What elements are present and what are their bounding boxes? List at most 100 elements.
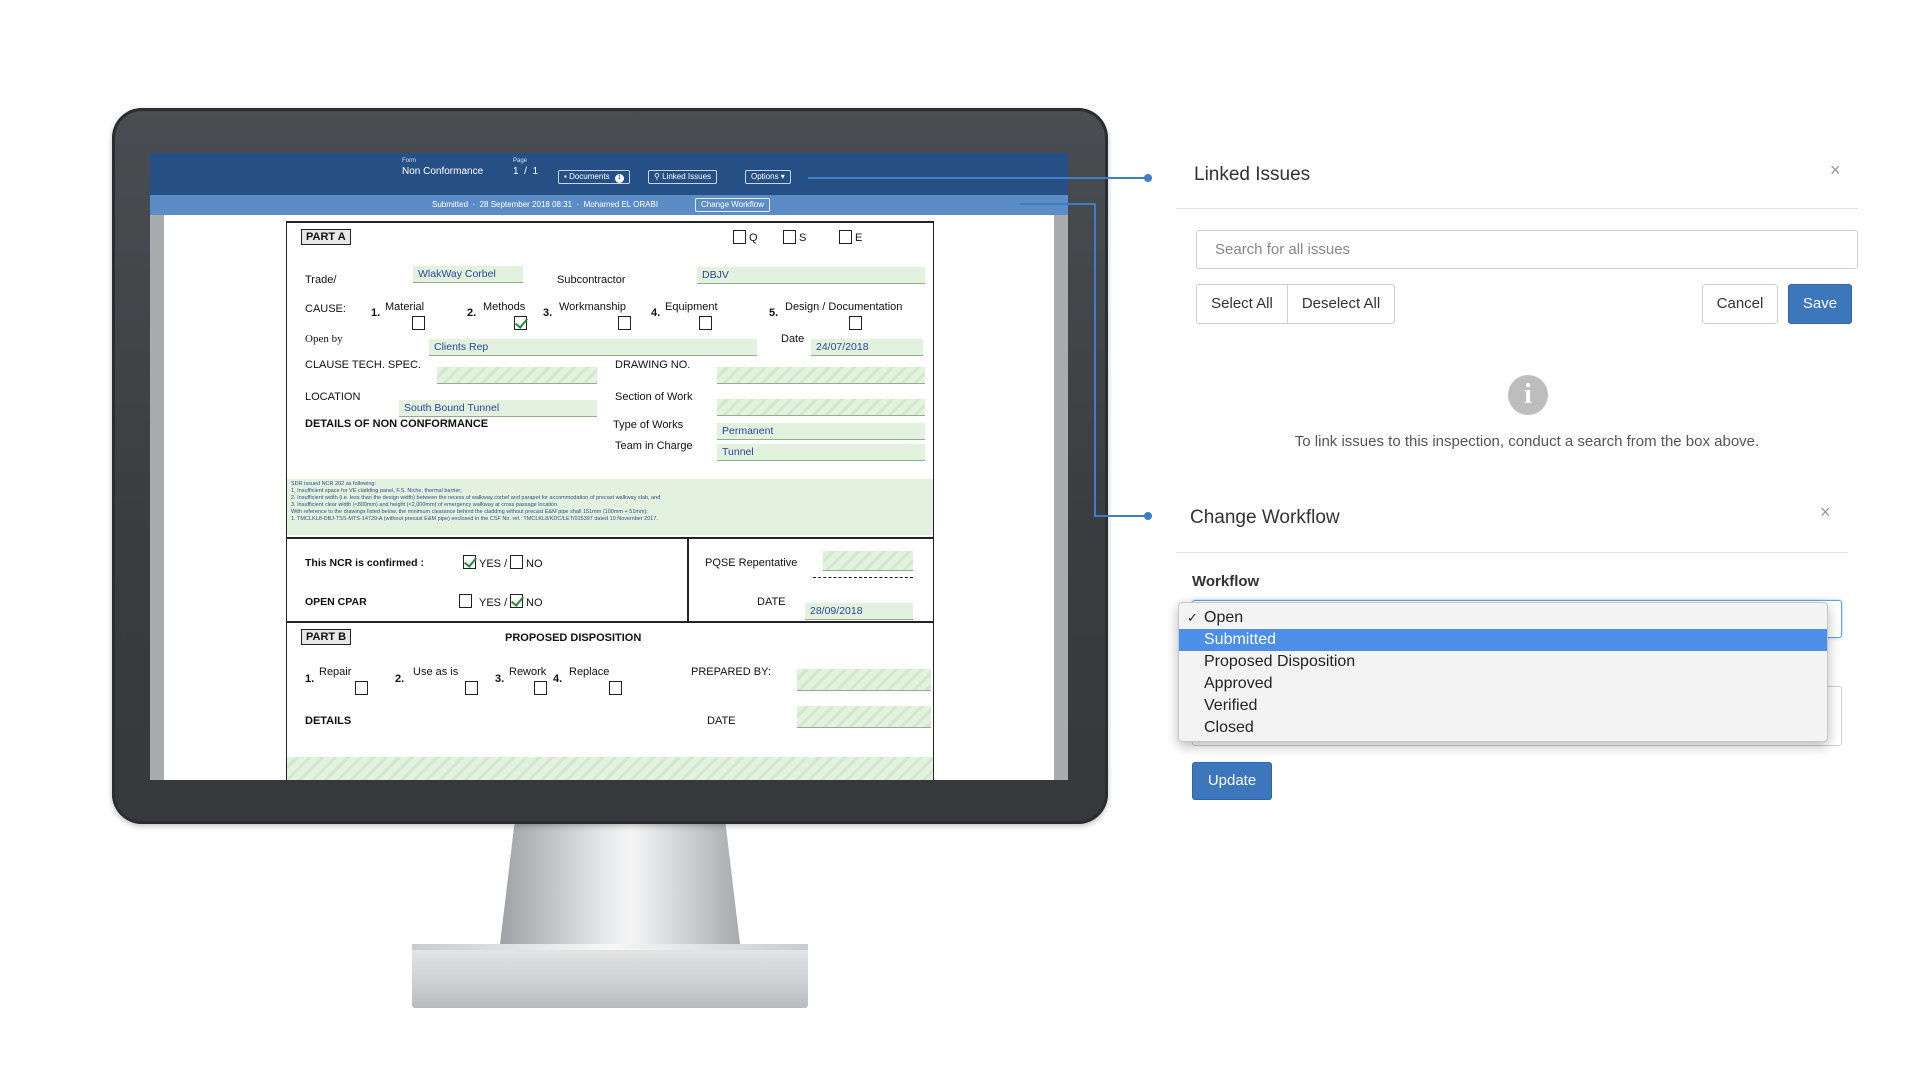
monitor-screen: Form Non Conformance Page 1 / 1 ▪ Docume… <box>150 153 1068 780</box>
section-of-work-field[interactable] <box>717 399 925 416</box>
cause-design-checkbox[interactable] <box>849 316 862 330</box>
subcontractor-field[interactable]: DBJV <box>697 267 925 284</box>
save-button[interactable]: Save <box>1788 284 1852 324</box>
select-all-button[interactable]: Select All <box>1196 284 1288 324</box>
trade-label: Trade/ <box>305 274 337 286</box>
part-b-label: PART B <box>301 629 352 645</box>
checkmark-icon: ✓ <box>1187 610 1198 625</box>
cause-4-label: Equipment <box>665 301 718 313</box>
deselect-all-button[interactable]: Deselect All <box>1287 284 1395 324</box>
ncr-confirmed-yes-checkbox[interactable] <box>463 555 476 569</box>
location-label: LOCATION <box>305 391 361 403</box>
cancel-button[interactable]: Cancel <box>1702 284 1778 324</box>
disposition-details-field[interactable] <box>287 757 933 780</box>
e-checkbox[interactable] <box>839 230 852 244</box>
team-in-charge-field[interactable]: Tunnel <box>717 444 925 461</box>
disposition-repair-checkbox[interactable] <box>355 681 368 695</box>
workflow-label: Workflow <box>1192 573 1260 590</box>
linked-issues-button[interactable]: ⚲ Linked Issues <box>648 170 718 184</box>
documents-label: Documents <box>569 172 610 181</box>
cause-5-number: 5. <box>769 307 779 319</box>
cause-equipment-checkbox[interactable] <box>699 316 712 330</box>
disposition-rework-checkbox[interactable] <box>534 681 547 695</box>
details-non-conformance-label: DETAILS OF NON CONFORMANCE <box>305 418 489 430</box>
clause-tech-spec-field[interactable] <box>437 367 597 384</box>
change-workflow-close-icon[interactable]: × <box>1820 502 1831 523</box>
page-number: 1 / 1 <box>513 166 539 177</box>
part-a-label: PART A <box>301 229 351 245</box>
panel-divider <box>1176 552 1848 553</box>
page-label: Page <box>513 158 528 164</box>
cause-2-number: 2. <box>467 307 477 319</box>
linked-issues-connector <box>808 177 1148 179</box>
workflow-connector-bottom <box>1094 515 1148 517</box>
trade-field[interactable]: WlakWay Corbel <box>413 266 523 283</box>
date-label: Date <box>781 333 805 345</box>
non-conformance-description[interactable]: SDR issued NCR 202 as following: 1. Insu… <box>287 479 933 535</box>
empty-state-message: To link issues to this inspection, condu… <box>1294 433 1760 450</box>
description-line: 2. Insufficient width (i.e. less than th… <box>291 495 661 501</box>
type-of-works-field[interactable]: Permanent <box>717 423 925 440</box>
q-checkbox[interactable] <box>733 230 746 244</box>
disposition-date-field[interactable] <box>797 706 931 728</box>
workflow-option-open[interactable]: ✓ Open <box>1179 607 1827 629</box>
ncr-yes-label: YES / <box>479 558 508 570</box>
date-field[interactable]: 24/07/2018 <box>811 339 923 356</box>
ncr-no-label: NO <box>526 558 543 570</box>
viewer-gutter-left <box>150 215 164 780</box>
open-by-label: Open by <box>305 333 343 345</box>
page-indicator: Page 1 / 1 <box>513 158 538 177</box>
issues-search-input[interactable] <box>1196 230 1858 269</box>
form-top-rule <box>287 221 933 223</box>
workflow-option-submitted[interactable]: Submitted <box>1179 629 1827 651</box>
proposed-disposition-label: PROPOSED DISPOSITION <box>505 632 642 644</box>
team-in-charge-label: Team in Charge <box>615 440 693 452</box>
pin-icon: ⚲ <box>654 172 660 181</box>
prepared-by-label: PREPARED BY: <box>691 666 771 678</box>
open-by-field[interactable]: Clients Rep <box>429 339 757 356</box>
option-label: Open <box>1204 609 1244 626</box>
cause-3-number: 3. <box>543 307 553 319</box>
linked-issues-title: Linked Issues <box>1194 164 1311 185</box>
location-field[interactable]: South Bound Tunnel <box>399 400 597 417</box>
cpar-yes-checkbox[interactable] <box>459 594 472 608</box>
workflow-option-approved[interactable]: Approved <box>1179 673 1827 695</box>
cause-workmanship-checkbox[interactable] <box>618 316 631 330</box>
update-button[interactable]: Update <box>1192 762 1272 800</box>
pqse-signature-field[interactable] <box>823 551 913 571</box>
disposition-use-as-is-checkbox[interactable] <box>465 681 478 695</box>
disposition-replace-checkbox[interactable] <box>609 681 622 695</box>
linked-issues-close-icon[interactable]: × <box>1830 160 1841 181</box>
monitor-stand-neck <box>500 824 740 944</box>
cause-5-label: Design / Documentation <box>785 301 903 313</box>
workflow-connector-vertical <box>1094 203 1096 517</box>
cpar-no-label: NO <box>526 597 543 609</box>
workflow-option-closed[interactable]: Closed <box>1179 717 1827 739</box>
workflow-option-proposed-disposition[interactable]: Proposed Disposition <box>1179 651 1827 673</box>
s-checkbox[interactable] <box>783 230 796 244</box>
workflow-dropdown-menu: ✓ Open Submitted Proposed Disposition Ap… <box>1178 602 1828 742</box>
ncr-confirmed-no-checkbox[interactable] <box>510 555 523 569</box>
disposition-1-label: Repair <box>319 666 352 678</box>
prepared-by-field[interactable] <box>797 669 931 691</box>
cause-2-label: Methods <box>483 301 526 313</box>
workflow-option-verified[interactable]: Verified <box>1179 695 1827 717</box>
disposition-3-label: Rework <box>509 666 547 678</box>
options-button[interactable]: Options ▾ <box>745 170 791 184</box>
change-workflow-button[interactable]: Change Workflow <box>695 198 770 212</box>
documents-count-badge: 1 <box>614 174 624 183</box>
cpar-date-field[interactable]: 28/09/2018 <box>805 603 913 620</box>
q-label: Q <box>749 232 758 244</box>
cpar-no-checkbox[interactable] <box>510 594 523 608</box>
option-label: Submitted <box>1204 631 1277 648</box>
description-line: 1. Insufficient space for VE cladding pa… <box>291 488 462 494</box>
cause-methods-checkbox[interactable] <box>514 316 527 330</box>
drawing-no-field[interactable] <box>717 367 925 384</box>
documents-button[interactable]: ▪ Documents 1 <box>558 170 630 184</box>
clause-tech-spec-label: CLAUSE TECH. SPEC. <box>305 359 421 371</box>
cause-material-checkbox[interactable] <box>412 316 425 330</box>
cause-1-label: Material <box>385 301 425 313</box>
cpar-yes-label: YES / <box>479 597 508 609</box>
change-workflow-title: Change Workflow <box>1190 507 1340 528</box>
disposition-1-number: 1. <box>305 673 315 685</box>
